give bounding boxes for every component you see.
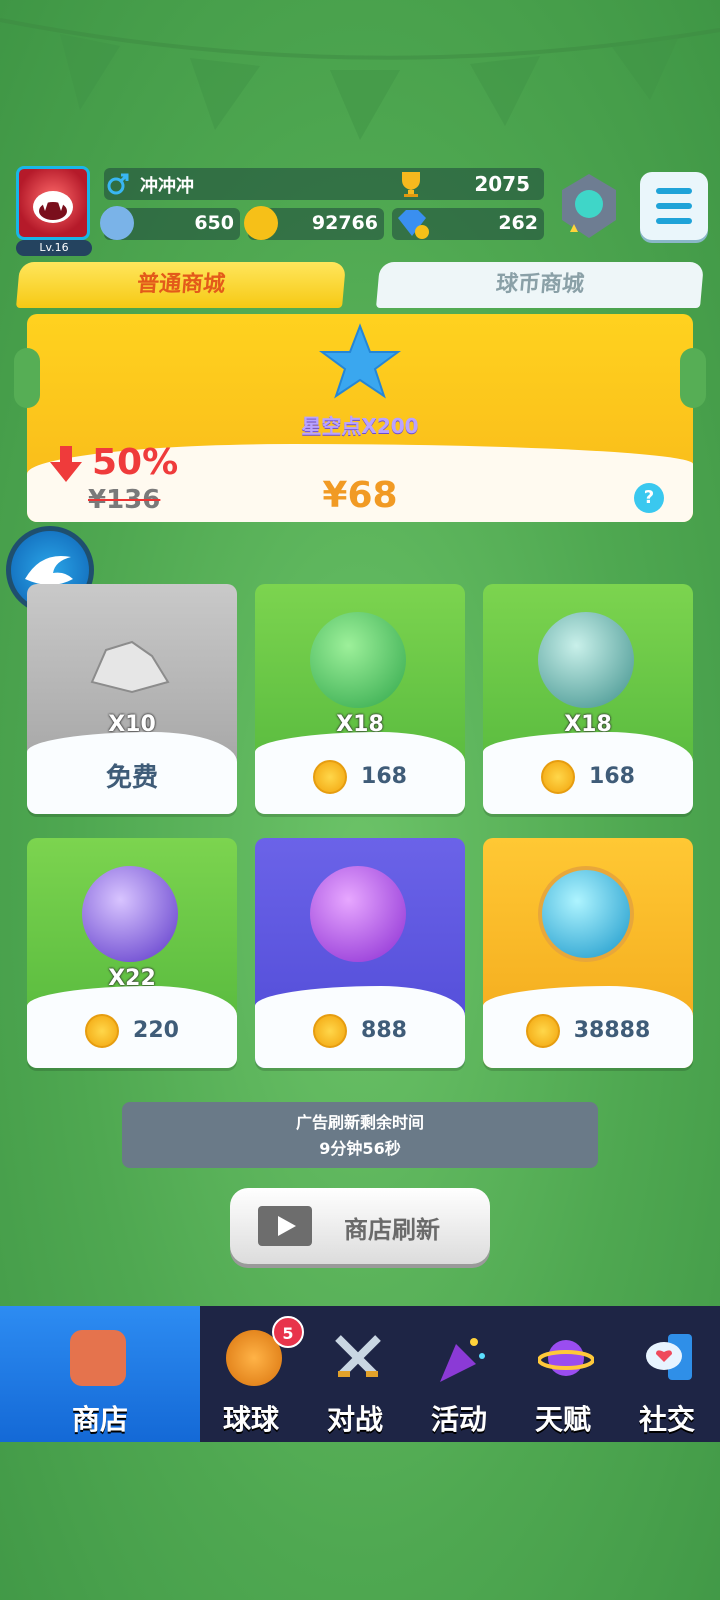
trophy-icon (402, 172, 420, 197)
banner-item-label: 星空点X200 (301, 414, 419, 438)
bottom-nav: 商店 球球 对战 活动 天赋 社交 (0, 1306, 720, 1442)
shop-card-stone[interactable]: X10 免费 (27, 584, 237, 814)
banner-notch-right (680, 348, 706, 408)
skull-orb-icon (310, 612, 406, 708)
menu-button[interactable] (640, 172, 708, 240)
shop-refresh-button[interactable]: 商店刷新 (230, 1188, 490, 1264)
rank-emblem-icon[interactable] (556, 172, 622, 242)
coin-add-icon[interactable] (244, 206, 278, 240)
nav-label: 天赋 (534, 1403, 591, 1436)
tab-normal-shop[interactable]: 普通商城 (15, 262, 347, 308)
planet-icon (538, 1340, 594, 1376)
nav-label: 球球 (222, 1403, 279, 1436)
nav-label: 对战 (326, 1403, 383, 1436)
video-icon (258, 1206, 312, 1246)
stardust-count: 650 (194, 212, 234, 234)
star-icon (318, 323, 402, 399)
clover-orb-icon (82, 866, 178, 962)
shop-card-skull[interactable]: X18 168 (255, 584, 465, 814)
notification-badge: 5 (272, 1316, 304, 1348)
nav-item-social[interactable]: 社交 (616, 1306, 718, 1442)
trophy-count: 2075 (474, 172, 530, 196)
coin-icon (313, 760, 348, 794)
level-badge: Lv.16 (16, 240, 92, 256)
shop-card-chain[interactable]: X18 168 (483, 584, 693, 814)
item-price: 888 (255, 1014, 465, 1048)
coin-icon (313, 1014, 348, 1048)
shop-card-clover[interactable]: X22 220 (27, 838, 237, 1068)
nav-item-talent[interactable]: 天赋 (512, 1306, 614, 1442)
ice-orb-icon (538, 866, 634, 962)
cloud-orb-icon (310, 866, 406, 962)
tab-coin-shop[interactable]: 球币商城 (375, 262, 705, 308)
player-avatar[interactable] (16, 166, 90, 240)
nav-label: 社交 (638, 1403, 695, 1436)
nav-item-battle[interactable]: 对战 (304, 1306, 406, 1442)
coin-icon (85, 1014, 120, 1048)
ad-refresh-timer: 广告刷新剩余时间 9分钟56秒 (122, 1102, 598, 1168)
nav-item-shop[interactable]: 商店 (0, 1306, 200, 1442)
nav-label: 活动 (430, 1403, 487, 1436)
nav-item-events[interactable]: 活动 (408, 1306, 510, 1442)
item-price: 168 (255, 760, 465, 794)
help-icon[interactable]: ? (634, 483, 664, 513)
shop-icon (70, 1330, 126, 1386)
item-price: 220 (27, 1014, 237, 1048)
stone-icon (90, 640, 170, 694)
bunting-decoration (0, 18, 720, 140)
gem-add-icon[interactable] (394, 206, 430, 240)
male-icon (107, 173, 129, 195)
free-label[interactable]: 免费 (27, 757, 237, 794)
sale-price: ¥68 (322, 475, 398, 516)
item-price: 168 (483, 760, 693, 794)
coin-icon (525, 1014, 560, 1048)
timer-value: 9分钟56秒 (319, 1139, 401, 1158)
banner-notch-left (14, 348, 40, 408)
nav-label: 商店 (71, 1403, 128, 1436)
party-popper-icon (440, 1338, 485, 1382)
chat-phone-icon (646, 1334, 692, 1380)
coin-icon (541, 760, 576, 794)
player-name: 冲冲冲 (140, 176, 194, 197)
gem-count: 262 (498, 212, 538, 234)
chain-orb-icon (538, 612, 634, 708)
coin-count: 92766 (311, 212, 378, 234)
timer-title: 广告刷新剩余时间 (295, 1113, 424, 1132)
swords-icon (335, 1335, 381, 1377)
refresh-label: 商店刷新 (344, 1216, 440, 1244)
monster-mouth-icon (33, 191, 73, 223)
shop-card-cloud[interactable]: 888 (255, 838, 465, 1068)
item-price: 38888 (483, 1014, 693, 1048)
shop-card-ice[interactable]: 38888 (483, 838, 693, 1068)
stardust-add-icon[interactable] (100, 206, 134, 240)
